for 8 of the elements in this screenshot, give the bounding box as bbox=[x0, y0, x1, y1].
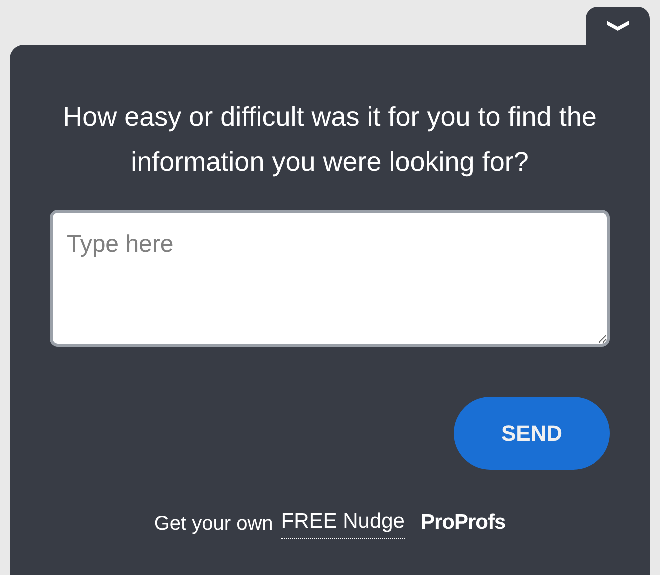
collapse-tab[interactable] bbox=[586, 7, 650, 45]
answer-field[interactable]: Type here bbox=[50, 210, 610, 347]
chevron-down-icon bbox=[606, 20, 630, 32]
footer-text: Get your own bbox=[154, 512, 274, 536]
brand-logo: ProProfs bbox=[421, 510, 506, 536]
question-text: How easy or difficult was it for you to find the information you were looking for? bbox=[62, 101, 598, 179]
send-button[interactable]: SEND bbox=[454, 397, 610, 470]
free-nudge-link[interactable]: FREE Nudge bbox=[281, 506, 405, 538]
